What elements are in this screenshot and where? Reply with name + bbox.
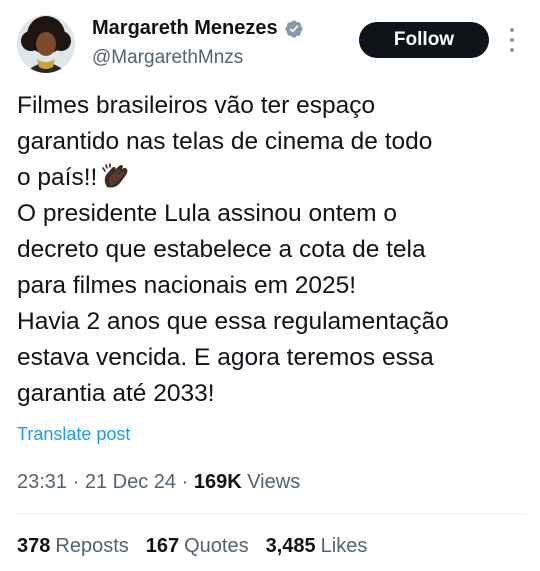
separator: · [181, 471, 189, 493]
author-name-row: Margareth Menezes [92, 17, 304, 40]
author-handle[interactable]: @MargarethMnzs [92, 47, 243, 69]
separator: · [72, 471, 80, 493]
tweet-line: decreto que estabelece a cota de tela [17, 236, 426, 263]
quotes-count: 167 [145, 535, 180, 557]
post-date[interactable]: 21 Dec 24 [85, 471, 176, 493]
engagement-stats: 378 Reposts 167 Quotes 3,485 Likes [17, 535, 384, 558]
post-time[interactable]: 23:31 [17, 471, 67, 493]
reposts-stat[interactable]: 378 Reposts [17, 535, 129, 558]
post-meta: 23:31 · 21 Dec 24 · 169K Views [17, 471, 300, 494]
tweet-line: garantia até 2033! [17, 380, 215, 407]
tweet-line: Havia 2 anos que essa regulamentação [17, 308, 449, 335]
avatar-image [17, 15, 75, 73]
reposts-count: 378 [17, 535, 51, 557]
likes-count: 3,485 [265, 535, 316, 557]
divider [17, 514, 526, 515]
tweet-text: Filmes brasileiros vão ter espaço garant… [17, 88, 532, 412]
reposts-label: Reposts [55, 535, 129, 557]
views-label: Views [247, 471, 301, 493]
avatar[interactable] [17, 15, 75, 73]
follow-button[interactable]: Follow [359, 22, 489, 58]
tweet-line: O presidente Lula assinou ontem o [17, 200, 397, 227]
tweet-line: garantido nas telas de cinema de todo [17, 128, 433, 155]
likes-stat[interactable]: 3,485 Likes [266, 535, 368, 558]
verified-badge-icon [285, 19, 303, 38]
author-name[interactable]: Margareth Menezes [92, 17, 278, 40]
clapping-hands-icon [102, 163, 128, 188]
quotes-stat[interactable]: 167 Quotes [146, 535, 249, 558]
tweet-line: Filmes brasileiros vão ter espaço [17, 92, 376, 119]
quotes-label: Quotes [184, 535, 249, 557]
views-count: 169K [193, 471, 242, 493]
tweet-line: para filmes nacionais em 2025! [17, 272, 357, 299]
tweet-line: o país!! [17, 160, 532, 196]
translate-post-link[interactable]: Translate post [17, 424, 130, 445]
more-options-icon[interactable] [505, 28, 519, 52]
tweet-line: estava vencida. E agora teremos essa [17, 344, 434, 371]
likes-label: Likes [320, 535, 368, 557]
